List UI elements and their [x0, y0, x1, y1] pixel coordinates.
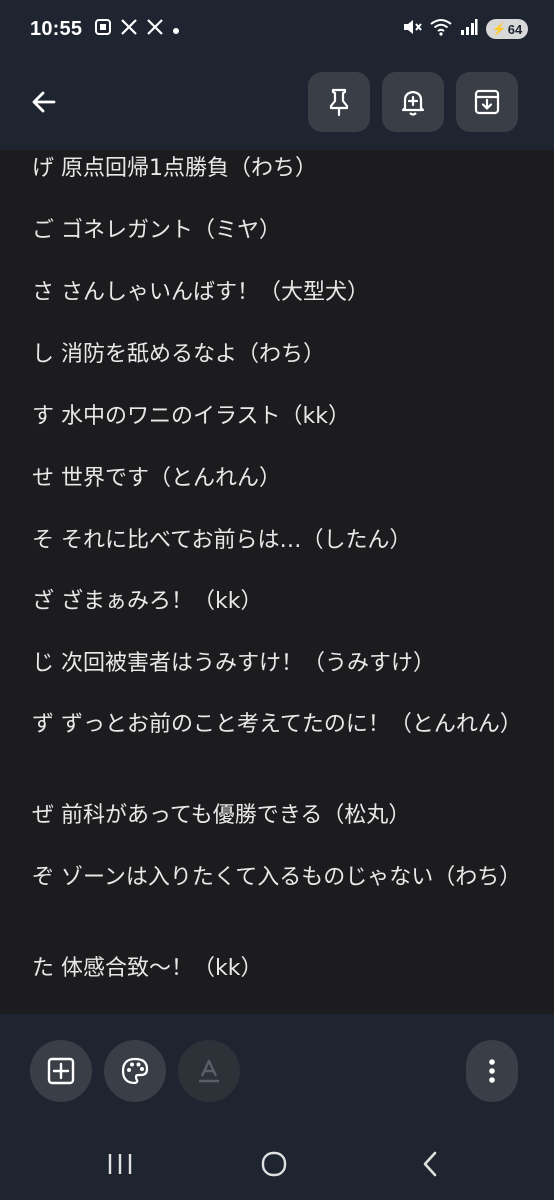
note-body[interactable]: げ 原点回帰1点勝負（わち） ご ゴネレガント（ミヤ） さ さんしゃいんばす！（… [0, 150, 554, 1014]
back-arrow-icon [32, 91, 56, 113]
battery-indicator: ⚡ 64 [486, 19, 528, 39]
nav-back-icon [423, 1151, 437, 1177]
recent-apps-icon [108, 1154, 132, 1174]
note-toolbar [0, 58, 554, 150]
note-line[interactable]: さ さんしゃいんばす！（大型犬） [32, 277, 369, 308]
dot-icon [172, 19, 180, 40]
wifi-icon [430, 18, 452, 40]
archive-button[interactable] [456, 72, 518, 132]
note-line[interactable]: す 水中のワニのイラスト（kk） [32, 401, 350, 432]
x-logo-icon [146, 18, 164, 41]
note-line[interactable]: せ 世界です（とんれん） [32, 463, 281, 494]
recent-apps-button[interactable] [90, 1142, 150, 1186]
palette-icon [121, 1057, 149, 1085]
home-icon [261, 1151, 287, 1177]
screenshot-icon [94, 18, 112, 41]
reminder-button[interactable] [382, 72, 444, 132]
note-line[interactable]: ず ずっとお前のこと考えてたのに！（とんれん） [32, 709, 522, 740]
note-line[interactable]: ざ ざまぁみろ！（kk） [32, 586, 262, 617]
status-time: 10:55 [30, 17, 83, 40]
add-box-icon [47, 1057, 75, 1085]
note-line[interactable]: ぜ 前科があっても優勝できる（松丸） [32, 800, 410, 831]
note-line[interactable]: ぞ ゾーンは入りたくて入るものじゃない（わち） [32, 862, 521, 893]
back-button[interactable] [22, 80, 66, 124]
nav-back-button[interactable] [400, 1142, 460, 1186]
status-bar: 10:55 ⚡ 64 [0, 0, 554, 58]
note-line[interactable]: ご ゴネレガント（ミヤ） [32, 215, 281, 246]
mute-icon [402, 18, 422, 40]
signal-icon [460, 18, 478, 40]
text-format-icon [199, 1059, 219, 1083]
notification-icons [94, 18, 180, 41]
home-button[interactable] [244, 1142, 304, 1186]
more-options-button[interactable] [466, 1040, 518, 1102]
x-logo-icon [120, 18, 138, 41]
charging-icon: ⚡ [491, 22, 507, 36]
background-color-button[interactable] [104, 1040, 166, 1102]
note-line[interactable]: じ 次回被害者はうみすけ！（うみすけ） [32, 648, 435, 679]
text-format-button[interactable] [178, 1040, 240, 1102]
note-line[interactable]: げ 原点回帰1点勝負（わち） [32, 153, 317, 184]
battery-level: 64 [507, 21, 523, 37]
bottom-toolbar [0, 1014, 554, 1128]
status-right: ⚡ 64 [402, 18, 528, 40]
pin-icon [329, 88, 349, 117]
note-line[interactable]: た 体感合致〜！（kk） [32, 953, 262, 984]
archive-icon [474, 89, 500, 115]
reminder-bell-icon [401, 90, 425, 116]
add-content-button[interactable] [30, 1040, 92, 1102]
more-vert-icon [489, 1059, 495, 1083]
note-line[interactable]: そ それに比べてお前らは…（したん） [32, 525, 411, 556]
note-line[interactable]: し 消防を舐めるなよ（わち） [32, 339, 325, 370]
system-navigation-bar [0, 1128, 554, 1200]
pin-button[interactable] [308, 72, 370, 132]
note-editor-screen: 10:55 ⚡ 64 げ 原点回帰1点勝負（わち） ご ゴネレガント（ミヤ） さ… [0, 0, 554, 1200]
